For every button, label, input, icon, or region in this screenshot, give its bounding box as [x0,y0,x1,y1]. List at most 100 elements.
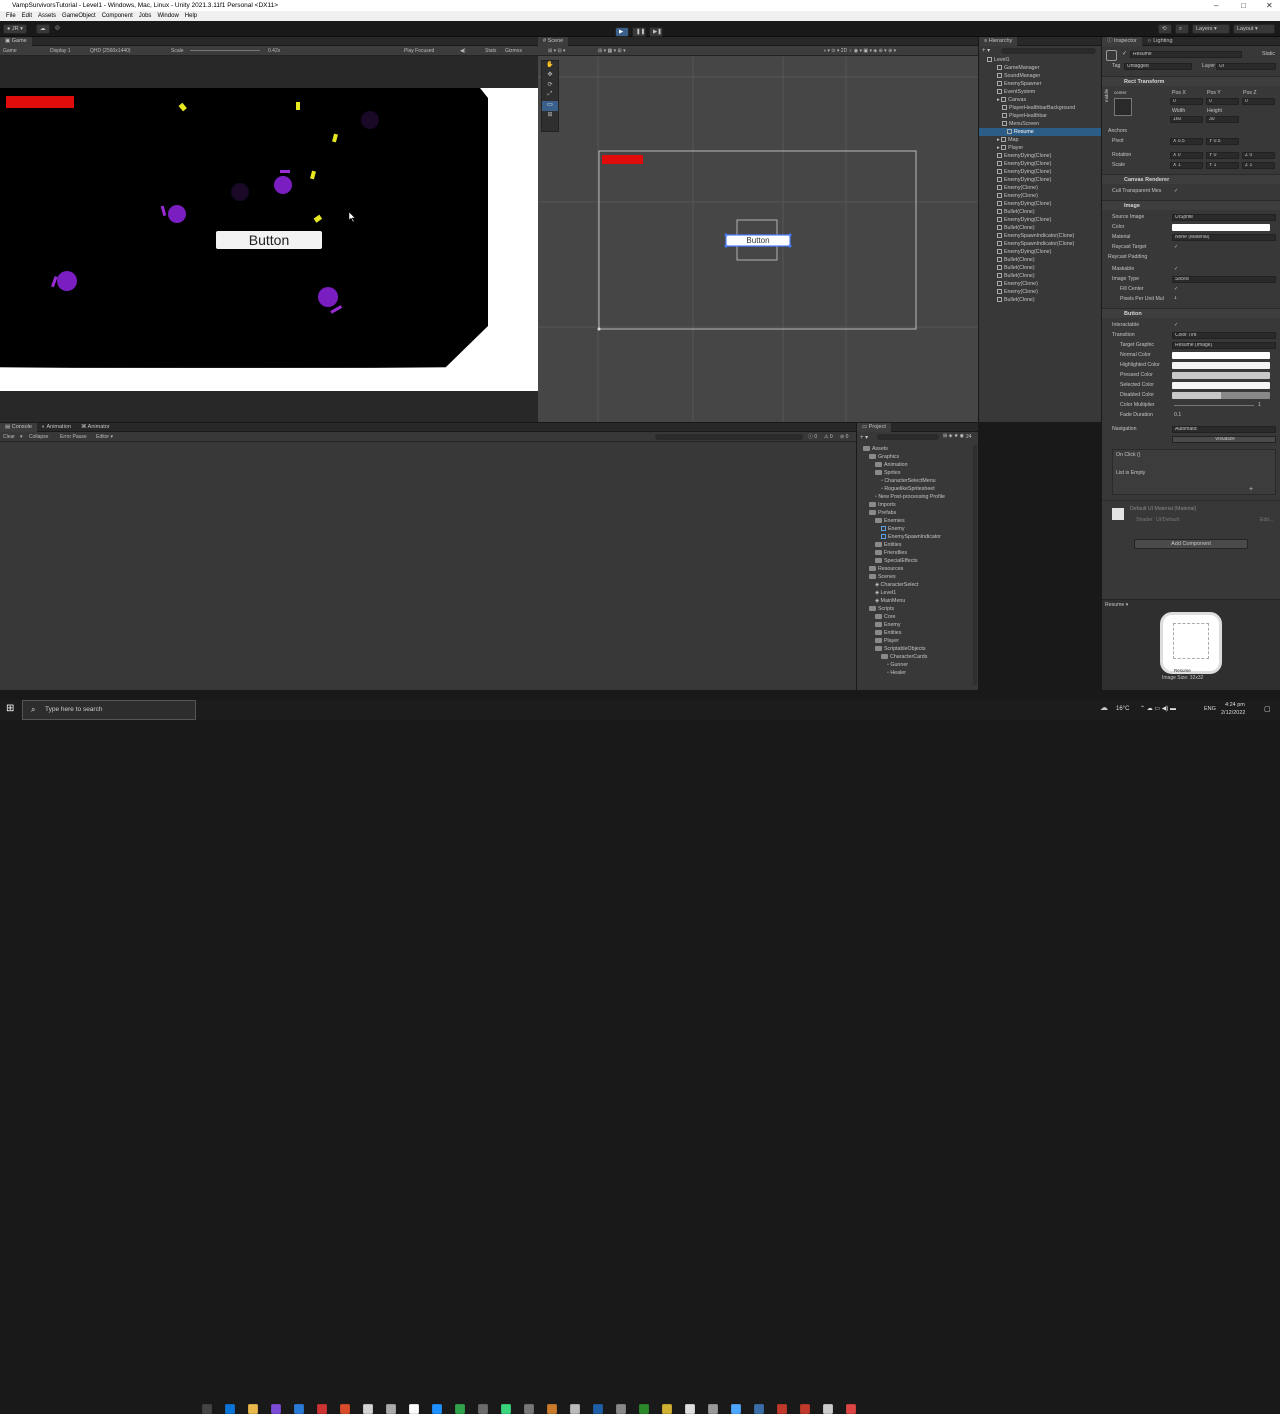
pressed-color-swatch[interactable] [1172,372,1270,379]
button-component-header[interactable]: Button [1102,308,1280,318]
anchor-preset-button[interactable] [1114,98,1132,116]
taskbar-app-icon[interactable] [754,1404,764,1414]
console-error-pause-button[interactable]: Error Pause [60,432,87,442]
canvas-renderer-header[interactable]: Canvas Renderer [1102,174,1280,184]
taskbar-app-icon[interactable] [777,1404,787,1414]
hierarchy-item[interactable]: EnemyDying(Clone) [979,176,1101,184]
project-tree-item[interactable]: ScriptableObjects [857,645,926,653]
resolution-dropdown[interactable]: QHD (2560x1440) [90,46,131,56]
source-image-field[interactable]: UISprite [1172,214,1276,221]
tab-animation[interactable]: ◐ Animation [37,423,76,432]
posy-field[interactable]: 0 [1206,98,1239,105]
pivot-y-field[interactable]: Y 0.5 [1206,138,1239,145]
fill-center-checkbox[interactable]: ✓ [1174,286,1178,292]
hierarchy-item[interactable]: Level1 [979,56,1101,64]
hierarchy-item[interactable]: Bullet(Clone) [979,208,1101,216]
layout-dropdown[interactable]: Layout ▾ [1233,24,1275,34]
taskbar-app-icon[interactable] [501,1404,511,1414]
anchors-foldout[interactable]: Anchors [1108,128,1127,134]
tab-game[interactable]: ▣ Game [0,37,32,46]
console-clear-button[interactable]: Clear [3,432,15,442]
project-tree-item[interactable]: Entities [857,629,901,637]
step-button[interactable]: ▶❚ [649,27,663,37]
taskbar-app-icon[interactable] [731,1404,741,1414]
scale-x-field[interactable]: X 1 [1170,162,1203,169]
rect-transform-header[interactable]: Rect Transform [1102,76,1280,86]
hierarchy-item[interactable]: PlayerHealthbarBackground [979,104,1101,112]
maskable-checkbox[interactable]: ✓ [1174,266,1178,272]
scale-slider[interactable] [190,50,260,51]
gizmos-dropdown[interactable]: Gizmos [505,46,522,56]
hierarchy-item[interactable]: EnemySpawnIndicator(Clone) [979,232,1101,240]
hierarchy-item[interactable]: MenuScreen [979,120,1101,128]
hierarchy-item-selected[interactable]: Resume [979,128,1101,136]
layer-dropdown[interactable]: UI [1216,63,1276,70]
layers-dropdown[interactable]: Layers ▾ [1192,24,1230,34]
taskbar-search[interactable]: ⌕ Type here to search [22,700,196,720]
project-tree-item[interactable]: Graphics [857,453,899,461]
shader-edit-button[interactable]: Edit... [1260,517,1273,523]
play-button[interactable]: ▶ [615,27,629,37]
hierarchy-item[interactable]: EnemyDying(Clone) [979,168,1101,176]
clear-dropdown-icon[interactable]: ▾ [20,432,23,442]
visualize-button[interactable]: Visualize [1172,436,1276,443]
menu-item[interactable]: Assets [38,13,56,19]
scale-y-field[interactable]: Y 1 [1206,162,1239,169]
hierarchy-item[interactable]: ▸ Player [979,144,1101,152]
project-tree-item[interactable]: Core [857,613,895,621]
menu-item[interactable]: Component [102,13,133,19]
taskbar-app-icon[interactable] [800,1404,810,1414]
hierarchy-item[interactable]: Enemy(Clone) [979,184,1101,192]
normal-color-swatch[interactable] [1172,352,1270,359]
hierarchy-item[interactable]: Bullet(Clone) [979,256,1101,264]
pause-button[interactable]: ❚❚ [632,27,646,37]
project-tree-item[interactable]: SpecialEffects [857,557,917,565]
menu-item[interactable]: GameObject [62,13,96,19]
project-tree-item[interactable]: ◈ Level1 [857,589,896,597]
menu-item[interactable]: Jobs [139,13,152,19]
taskbar-app-icon[interactable] [386,1404,396,1414]
tab-project[interactable]: ▭ Project [857,423,891,432]
project-tree-item[interactable]: ▫ Gunner [857,661,908,669]
tag-dropdown[interactable]: Untagged [1124,63,1192,70]
menu-item[interactable]: Edit [22,13,32,19]
taskbar-app-icon[interactable] [823,1404,833,1414]
taskbar-app-icon[interactable] [294,1404,304,1414]
hierarchy-item[interactable]: EnemyDying(Clone) [979,216,1101,224]
hierarchy-item[interactable]: Bullet(Clone) [979,224,1101,232]
add-event-button[interactable]: + [1249,486,1253,493]
console-warning-count[interactable]: ⚠ 0 [824,432,833,442]
menu-item[interactable]: File [6,13,16,19]
selected-color-swatch[interactable] [1172,382,1270,389]
display-dropdown[interactable]: Display 1 [50,46,71,56]
hierarchy-item[interactable]: SoundManager [979,72,1101,80]
hierarchy-item[interactable]: EnemyDying(Clone) [979,248,1101,256]
taskbar-app-icon[interactable] [225,1404,235,1414]
hierarchy-item[interactable]: EnemyDying(Clone) [979,160,1101,168]
project-tree-item[interactable]: Sprites [857,469,901,477]
project-tree-item[interactable]: Scenes [857,573,896,581]
raycast-padding-foldout[interactable]: Raycast Padding [1108,254,1147,260]
menu-item[interactable]: Help [185,13,197,19]
game-mode-dropdown[interactable]: Game [3,46,17,56]
console-log-count[interactable]: ⓘ 0 [808,432,817,442]
cull-transparent-checkbox[interactable]: ✓ [1174,188,1178,194]
stats-button[interactable]: Stats [485,46,496,56]
taskbar-app-icon[interactable] [478,1404,488,1414]
tab-inspector[interactable]: ⓘ Inspector [1102,37,1142,46]
hierarchy-item[interactable]: PlayerHealthbar [979,112,1101,120]
tray-icons[interactable]: ⌃ ☁ ▭ ◀) ▬ [1140,705,1176,712]
disabled-color-swatch[interactable] [1172,392,1270,399]
scale-tool-icon[interactable]: ⤢ [542,91,558,101]
project-tree-item[interactable]: ▫ Healer [857,669,906,677]
taskbar-app-icon[interactable] [616,1404,626,1414]
hierarchy-item[interactable]: Bullet(Clone) [979,272,1101,280]
posz-field[interactable]: 0 [1242,98,1275,105]
hierarchy-item[interactable]: ▸ Map [979,136,1101,144]
tab-scene[interactable]: # Scene [538,37,569,46]
taskbar-app-icon[interactable] [317,1404,327,1414]
scale-z-field[interactable]: Z 1 [1242,162,1275,169]
fade-duration-field[interactable]: 0.1 [1174,412,1181,418]
project-tree-item[interactable]: Enemy [857,525,905,533]
color-multiplier-slider[interactable] [1174,405,1254,406]
